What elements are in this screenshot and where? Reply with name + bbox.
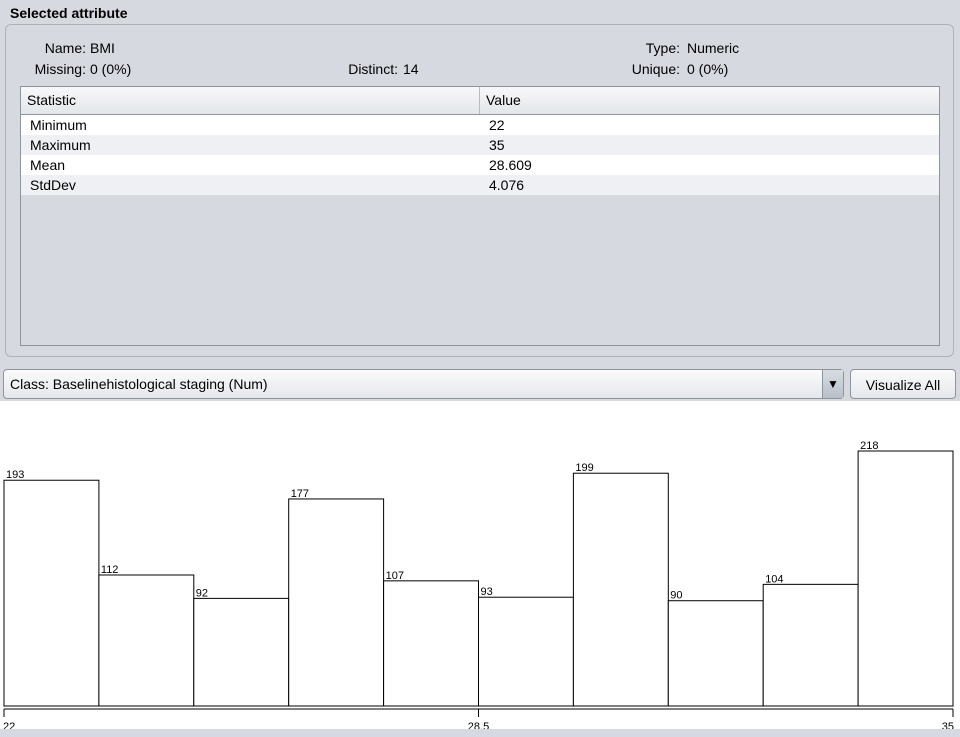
histogram-bar xyxy=(288,498,385,707)
statistics-table: Statistic Value Minimum 22 Maximum 35 Me… xyxy=(20,86,940,346)
missing-label: Missing: xyxy=(34,61,86,77)
distinct-value: 14 xyxy=(403,61,419,77)
bar-count-label: 193 xyxy=(6,469,24,481)
bar-count-label: 90 xyxy=(670,590,682,602)
table-header: Statistic Value xyxy=(21,87,939,115)
table-row[interactable]: Maximum 35 xyxy=(21,135,939,155)
histogram-bar xyxy=(193,597,290,707)
statistic-cell: Minimum xyxy=(30,117,87,133)
value-cell: 28.609 xyxy=(489,157,532,173)
value-cell: 22 xyxy=(489,117,505,133)
histogram-bar xyxy=(667,600,764,707)
visualize-all-button[interactable]: Visualize All xyxy=(850,369,956,399)
name-value: BMI xyxy=(90,40,115,56)
class-select[interactable]: Class: Baselinehistological staging (Num… xyxy=(3,369,844,399)
bar-count-label: 104 xyxy=(765,573,783,585)
statistic-cell: Maximum xyxy=(30,137,91,153)
value-cell: 35 xyxy=(489,137,505,153)
bar-count-label: 112 xyxy=(101,564,119,576)
dropdown-arrow-icon[interactable]: ▼ xyxy=(822,370,843,398)
class-select-value: Class: Baselinehistological staging (Num… xyxy=(10,376,268,392)
unique-value: 0 (0%) xyxy=(687,61,729,77)
bar-count-label: 177 xyxy=(291,488,309,500)
section-title: Selected attribute xyxy=(10,5,128,21)
histogram-bar xyxy=(857,450,954,707)
histogram-bar xyxy=(478,596,574,707)
table-row[interactable]: Mean 28.609 xyxy=(21,155,939,175)
panel-bottom-strip xyxy=(0,729,960,737)
bar-count-label: 93 xyxy=(481,586,493,598)
bar-count-label: 218 xyxy=(860,440,878,452)
table-row[interactable]: StdDev 4.076 xyxy=(21,175,939,195)
histogram-bar xyxy=(383,580,480,707)
histogram-bar xyxy=(762,583,859,707)
value-cell: 4.076 xyxy=(489,177,525,193)
bar-count-label: 199 xyxy=(575,462,593,474)
type-value: Numeric xyxy=(687,40,740,56)
attribute-summary-group: Name: BMI Type: Numeric Missing: 0 (0%) … xyxy=(5,24,954,357)
name-label: Name: xyxy=(44,40,86,56)
table-row[interactable]: Minimum 22 xyxy=(21,115,939,135)
histogram-bar xyxy=(3,479,100,707)
statistic-cell: StdDev xyxy=(30,177,76,193)
histogram-bar xyxy=(98,574,195,707)
bar-count-label: 92 xyxy=(196,587,208,599)
missing-value: 0 (0%) xyxy=(90,61,132,77)
histogram-panel: 193 112 92 177 107 93 199 90 104 218 22 28.5 35 xyxy=(0,401,960,737)
table-body: Minimum 22 Maximum 35 Mean 28.609 StdDev… xyxy=(21,115,939,195)
type-label: Type: xyxy=(645,40,680,56)
distinct-label: Distinct: xyxy=(348,61,398,77)
statistic-cell: Mean xyxy=(30,157,66,173)
column-header-statistic[interactable]: Statistic xyxy=(21,87,479,114)
bar-count-label: 107 xyxy=(386,570,404,582)
column-header-value[interactable]: Value xyxy=(480,87,939,114)
histogram-chart: 19311292177107931999010421822 28.5 35 xyxy=(0,440,960,737)
histogram-bar xyxy=(572,472,669,707)
unique-label: Unique: xyxy=(631,61,680,77)
